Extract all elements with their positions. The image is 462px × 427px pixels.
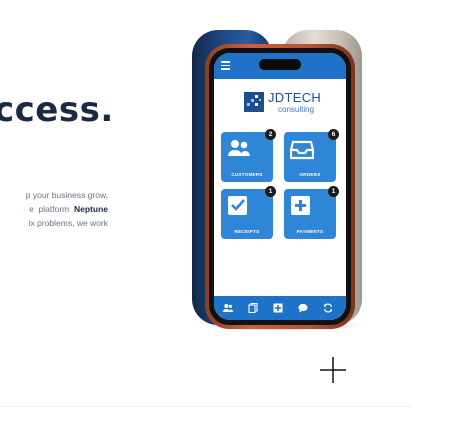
dynamic-island	[259, 59, 301, 70]
hero-paragraph: p your business grow. e platform Neptune…	[0, 188, 108, 230]
hero-paragraph-line-3: ix problems, we work	[28, 218, 108, 228]
neptune-highlight: Neptune	[74, 204, 108, 214]
crosshair-cursor-icon	[320, 357, 346, 383]
tile-payments-label: PAYMENTS	[296, 229, 324, 234]
hamburger-menu-icon[interactable]	[221, 61, 230, 70]
jdtech-logo-icon	[244, 92, 264, 112]
tile-orders-label: ORDERS	[299, 172, 321, 177]
phone-mockup: JDTECH consulting CUSTOMERS 2 ORDERS 6 R…	[205, 44, 355, 329]
tile-customers[interactable]: CUSTOMERS 2	[221, 129, 276, 182]
tile-receipts-label: RECEIPTS	[234, 229, 260, 234]
tile-orders[interactable]: ORDERS 6	[284, 129, 339, 182]
checkbox-icon	[228, 196, 247, 215]
tile-payments-badge: 1	[328, 186, 339, 197]
app-brand-name: JDTECH	[268, 90, 322, 105]
bottom-nav	[214, 296, 346, 320]
hero-headline: ccess.	[0, 90, 114, 130]
nav-refresh-icon[interactable]	[323, 303, 333, 313]
tile-receipts[interactable]: RECEIPTS 1	[221, 186, 276, 239]
plus-box-icon	[291, 196, 310, 215]
nav-users-icon[interactable]	[223, 303, 233, 313]
nav-add-icon[interactable]	[273, 303, 283, 313]
tile-customers-label: CUSTOMERS	[231, 172, 263, 177]
tile-orders-badge: 6	[328, 129, 339, 140]
nav-chat-icon[interactable]	[298, 303, 308, 313]
app-screen: JDTECH consulting CUSTOMERS 2 ORDERS 6 R…	[214, 53, 346, 320]
users-icon	[228, 140, 250, 156]
tile-payments[interactable]: PAYMENTS 1	[284, 186, 339, 239]
hero-paragraph-line-1: p your business grow.	[25, 190, 108, 200]
hero-paragraph-line-2: e platform Neptune	[0, 202, 108, 216]
hero-paragraph-line-2-text: e platform	[29, 204, 74, 214]
app-brand-sub: consulting	[278, 105, 315, 114]
inbox-icon	[290, 140, 314, 160]
tile-customers-badge: 2	[265, 129, 276, 140]
tile-receipts-badge: 1	[265, 186, 276, 197]
nav-pages-icon[interactable]	[248, 303, 258, 313]
section-divider	[0, 406, 412, 407]
